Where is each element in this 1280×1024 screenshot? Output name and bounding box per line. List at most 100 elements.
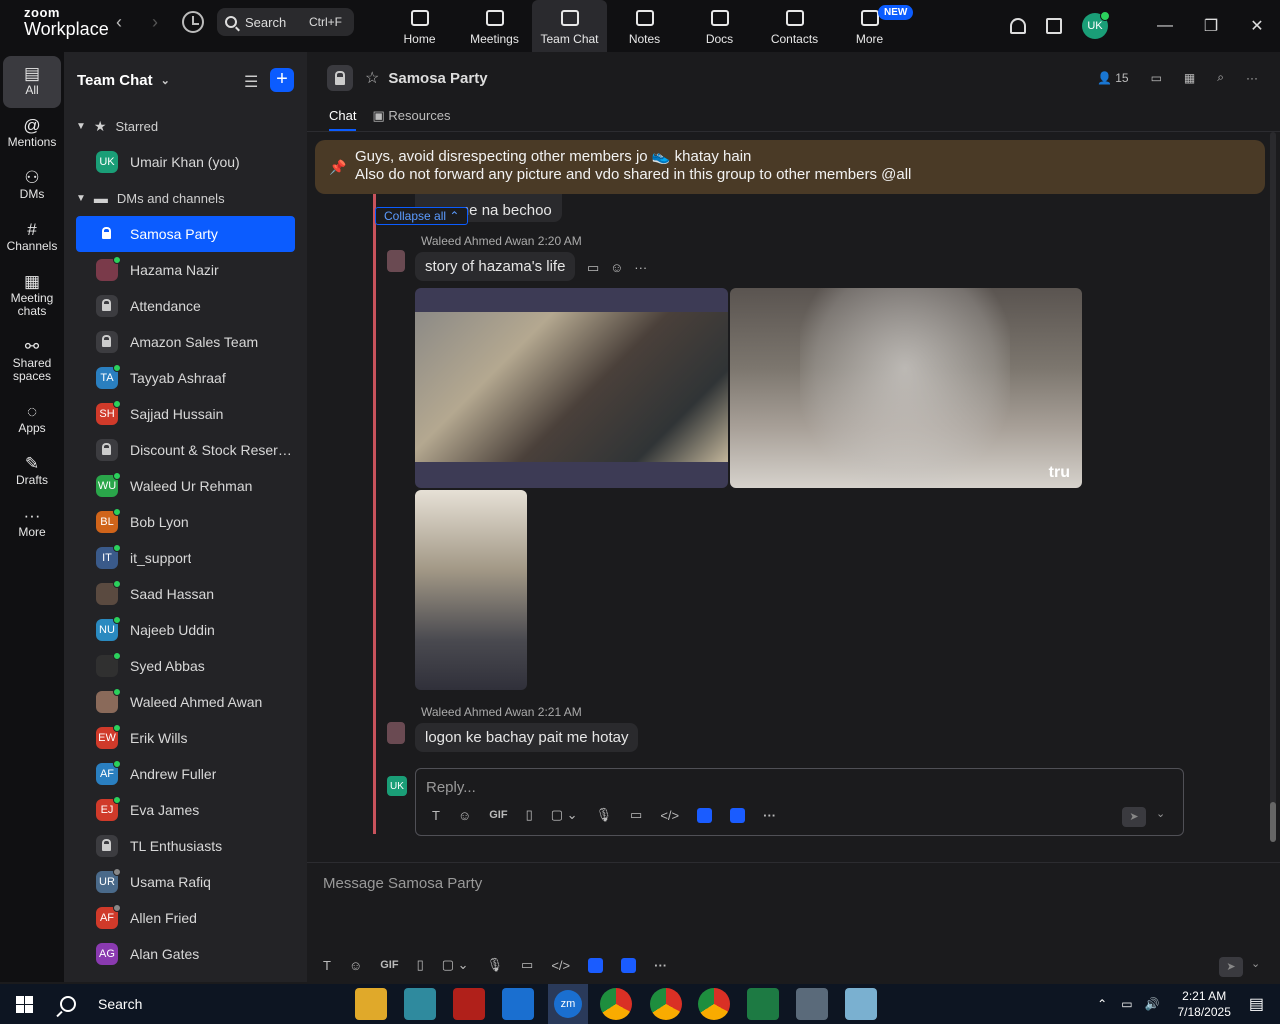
message-composer[interactable]: Message Samosa Party T ☺ GIF ▯ ▢ ⌄ 🎙 ▭ <…	[307, 862, 1280, 982]
notifications-bell-icon[interactable]	[1010, 18, 1026, 34]
maximize-icon[interactable]: ❐	[1188, 16, 1234, 36]
more-options-icon[interactable]: ···	[634, 260, 647, 275]
rail-item-mentions[interactable]: @ Mentions	[3, 108, 61, 160]
scrollbar[interactable]	[1270, 132, 1276, 842]
minimize-icon[interactable]: —	[1142, 17, 1188, 35]
sender-avatar[interactable]	[387, 722, 405, 744]
pinned-message-banner[interactable]: 📌 Guys, avoid disrespecting other member…	[315, 140, 1265, 194]
rail-item-apps[interactable]: ◌ Apps	[3, 394, 61, 446]
send-icon[interactable]: ➤	[1122, 807, 1146, 827]
code-snippet-icon[interactable]: </>	[660, 808, 679, 823]
sidebar-item[interactable]: AF Andrew Fuller	[76, 756, 295, 792]
nav-more[interactable]: More NEW	[832, 0, 914, 52]
app-icon[interactable]	[404, 988, 436, 1020]
video-call-icon[interactable]: ▭	[1151, 71, 1162, 85]
sidebar-item[interactable]: Amazon Sales Team	[76, 324, 295, 360]
sidebar-item[interactable]: TL Enthusiasts	[76, 828, 295, 864]
members-count[interactable]: 👤 15	[1097, 71, 1129, 85]
rail-item-meeting-chats[interactable]: ▦ Meeting chats	[3, 264, 61, 329]
file-icon[interactable]: ▯	[526, 807, 533, 823]
sidebar-item[interactable]: Attendance	[76, 288, 295, 324]
sidebar-item[interactable]: UR Usama Rafiq	[76, 864, 295, 900]
sidebar-item[interactable]: WU Waleed Ur Rehman	[76, 468, 295, 504]
sidebar-item[interactable]: EJ Eva James	[76, 792, 295, 828]
text-format-icon[interactable]: T	[432, 808, 440, 823]
file-explorer-icon[interactable]	[355, 988, 387, 1020]
rail-item-more[interactable]: ··· More	[3, 498, 61, 550]
volume-icon[interactable]: 🔊	[1145, 997, 1160, 1011]
chevron-up-icon[interactable]: ⌃	[1097, 997, 1107, 1011]
app-icon[interactable]	[845, 988, 877, 1020]
reply-icon[interactable]: ▭	[587, 260, 599, 275]
sidebar-item[interactable]: Syed Abbas	[76, 648, 295, 684]
rail-item-drafts[interactable]: ✎ Drafts	[3, 446, 61, 498]
sidebar-item[interactable]: Discount & Stock Reservati...	[76, 432, 295, 468]
filezilla-icon[interactable]	[453, 988, 485, 1020]
screenshot-icon[interactable]: ▢ ⌄	[551, 807, 578, 823]
sidebar-item[interactable]: TA Tayyab Ashraaf	[76, 360, 295, 396]
new-chat-button[interactable]: +	[270, 68, 294, 92]
dms-section-header[interactable]: ▼ ▬ DMs and channels	[64, 180, 307, 216]
app-icon[interactable]	[697, 807, 713, 823]
rail-item-all[interactable]: ▤ All	[3, 56, 61, 108]
image-attachment-3[interactable]	[415, 490, 527, 690]
rail-item-shared-spaces[interactable]: ⚯ Shared spaces	[3, 329, 61, 394]
send-icon[interactable]: ➤	[1219, 957, 1243, 977]
sidebar-item[interactable]: Hazama Nazir	[76, 252, 295, 288]
close-icon[interactable]: ✕	[1234, 16, 1280, 36]
screenshot-icon[interactable]: ▢ ⌄	[442, 957, 469, 973]
sender-avatar[interactable]	[387, 250, 405, 272]
message-bubble[interactable]: logon ke bachay pait me hotay	[415, 723, 639, 752]
chrome-icon[interactable]	[698, 988, 730, 1020]
search-icon[interactable]: ⌕	[1217, 70, 1224, 85]
sender-name[interactable]: Waleed Ahmed Awan	[421, 234, 534, 248]
nav-home[interactable]: Home	[382, 0, 457, 52]
tab-resources[interactable]: ▣ Resources	[372, 104, 450, 130]
sidebar-item[interactable]: Samosa Party	[76, 216, 295, 252]
scrollbar-thumb[interactable]	[1270, 802, 1276, 842]
collapse-all-button[interactable]: Collapse all ⌃	[375, 207, 469, 225]
calendar-icon[interactable]	[1046, 18, 1062, 34]
nav-notes[interactable]: Notes	[607, 0, 682, 52]
app-icon[interactable]	[588, 957, 604, 973]
calendar-schedule-icon[interactable]: ▦	[1184, 71, 1195, 85]
gif-button[interactable]: GIF	[489, 809, 507, 821]
rail-item-channels[interactable]: # Channels	[3, 212, 61, 264]
starred-section-header[interactable]: ▼ ★ Starred	[64, 108, 307, 144]
nav-docs[interactable]: Docs	[682, 0, 757, 52]
network-icon[interactable]: ▭	[1121, 997, 1132, 1011]
gif-button[interactable]: GIF	[380, 959, 398, 971]
image-attachment-2[interactable]: tru	[730, 288, 1082, 488]
text-format-icon[interactable]: T	[323, 958, 331, 973]
emoji-react-icon[interactable]: ☺	[610, 260, 623, 275]
microphone-icon[interactable]: 🎙	[487, 957, 504, 973]
send-options-chevron-icon[interactable]: ⌄	[1251, 957, 1260, 970]
reply-input[interactable]: Reply... T ☺ GIF ▯ ▢ ⌄ 🎙 ▭ </> ··· ➤ ⌄	[415, 768, 1184, 836]
calculator-icon[interactable]	[796, 988, 828, 1020]
file-icon[interactable]: ▯	[417, 957, 424, 973]
sidebar-item[interactable]: UK Umair Khan (you)	[76, 144, 295, 180]
sidebar-item[interactable]: AF Allen Fried	[76, 900, 295, 936]
excel-icon[interactable]	[747, 988, 779, 1020]
zoom-taskbar-icon[interactable]: zm	[548, 984, 588, 1024]
tab-chat[interactable]: Chat	[329, 104, 357, 131]
sender-name[interactable]: Waleed Ahmed Awan	[421, 705, 534, 719]
nav-meetings[interactable]: Meetings	[457, 0, 532, 52]
code-snippet-icon[interactable]: </>	[551, 958, 570, 973]
nav-team-chat[interactable]: Team Chat	[532, 0, 607, 52]
forward-arrow-icon[interactable]: ›	[152, 12, 158, 33]
windows-start-icon[interactable]	[0, 984, 48, 1024]
back-arrow-icon[interactable]: ‹	[116, 12, 122, 33]
sidebar-item[interactable]: BL Bob Lyon	[76, 504, 295, 540]
nav-contacts[interactable]: Contacts	[757, 0, 832, 52]
sidebar-item[interactable]: SH Sajjad Hussain	[76, 396, 295, 432]
more-tools-icon[interactable]: ···	[763, 808, 776, 823]
filter-icon[interactable]: ☰	[244, 72, 258, 92]
emoji-icon[interactable]: ☺	[349, 958, 362, 973]
video-clip-icon[interactable]: ▭	[630, 807, 642, 823]
message-bubble[interactable]: story of hazama's life	[415, 252, 576, 281]
outlook-icon[interactable]	[502, 988, 534, 1020]
send-options-chevron-icon[interactable]: ⌄	[1156, 807, 1165, 820]
sidebar-item[interactable]: IT it_support	[76, 540, 295, 576]
search-box[interactable]: Search Ctrl+F	[217, 8, 354, 36]
